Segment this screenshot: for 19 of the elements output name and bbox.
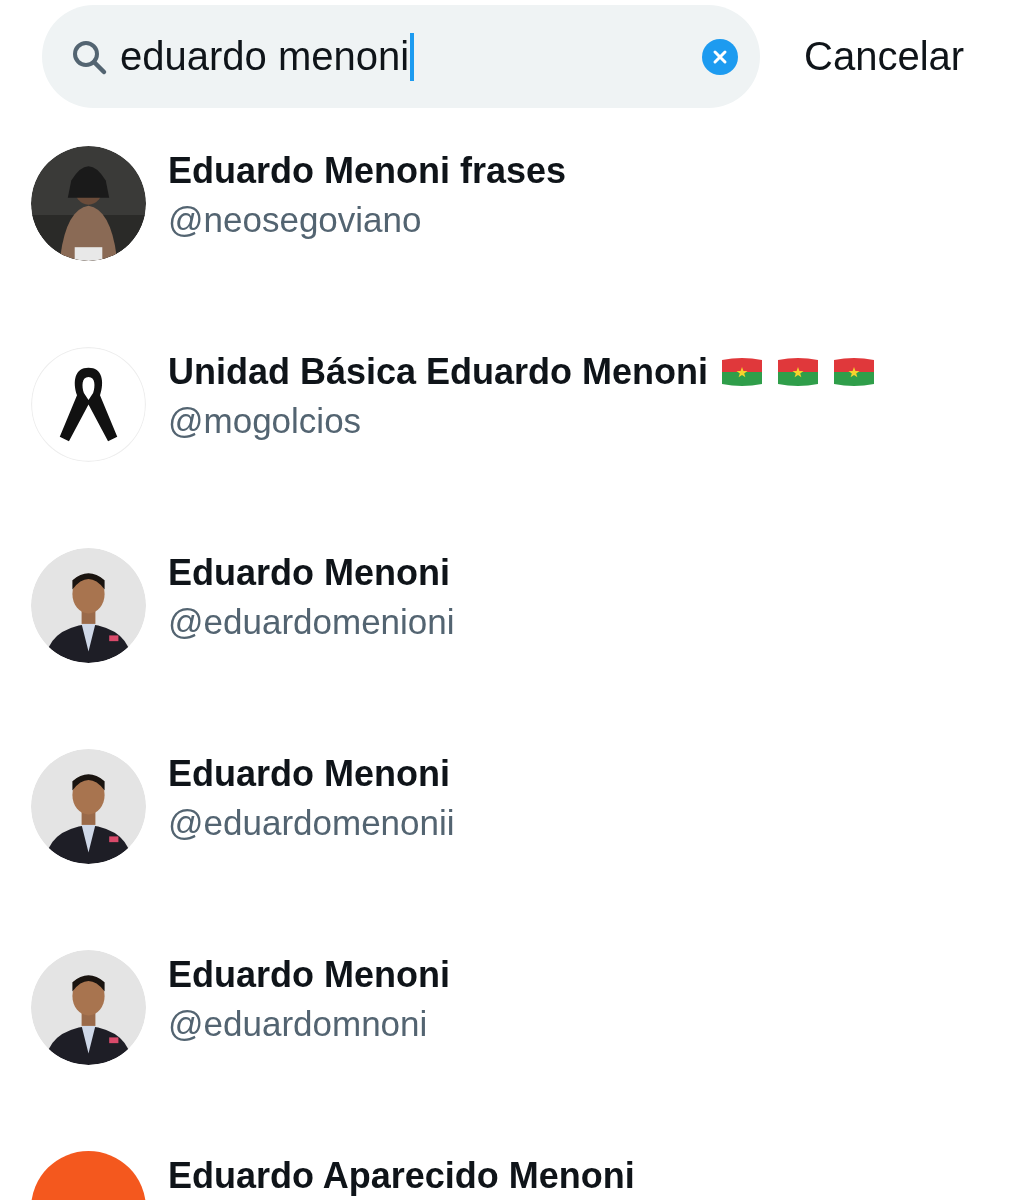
flag-icon (720, 356, 765, 388)
account-name[interactable]: Eduardo Menoni (168, 954, 450, 996)
account-handle: @mogolcios (168, 401, 363, 441)
account-handle: @eduardomnoni (168, 1004, 429, 1044)
search-field[interactable]: eduardo menoni (42, 5, 760, 108)
account-name[interactable]: Eduardo Menoni frases (168, 150, 567, 192)
account-handle: @eduardomenioni (168, 602, 455, 642)
account-handle: @neosegoviano (168, 200, 423, 240)
flag-icon (832, 356, 877, 388)
account-name[interactable]: Eduardo Menoni (168, 753, 450, 795)
account-name[interactable]: Unidad Básica Eduardo Menoni (168, 351, 709, 393)
account-handle: @eduardomenonii (168, 803, 455, 843)
flag-icon (776, 356, 821, 388)
text-cursor (410, 32, 415, 81)
search-query: eduardo menoni (120, 34, 410, 79)
account-name[interactable]: Eduardo Menoni (168, 552, 450, 594)
cancel-button[interactable]: Cancelar (804, 34, 965, 79)
clear-icon[interactable] (702, 38, 738, 75)
account-name[interactable]: Eduardo Aparecido Menoni (168, 1155, 635, 1197)
